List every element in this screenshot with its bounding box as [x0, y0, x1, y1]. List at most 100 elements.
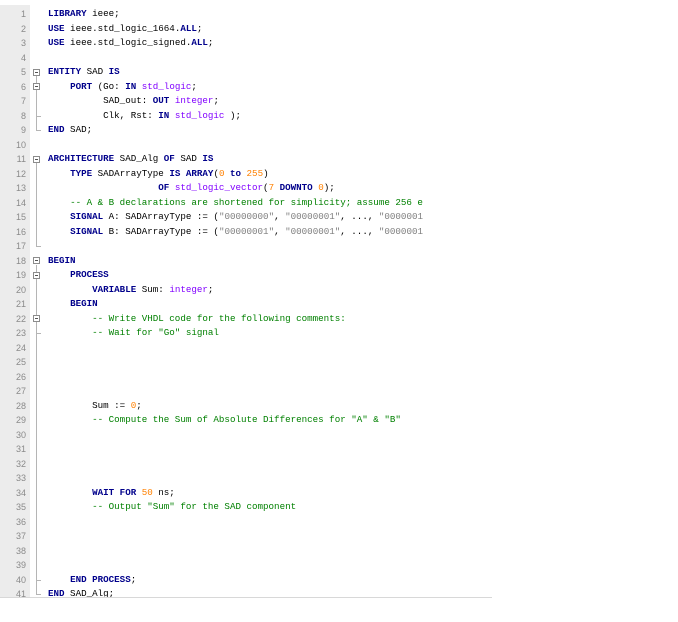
code-text: -- Wait for "Go" signal: [48, 326, 219, 341]
line-number: 39: [15, 560, 26, 570]
keyword-token: ALL: [191, 37, 208, 48]
line-number: 7: [20, 96, 26, 106]
keyword-token: IN: [158, 109, 170, 121]
line-number: 29: [15, 415, 26, 425]
string-token: "0000001: [378, 211, 423, 222]
line-number: 6: [20, 81, 26, 92]
code-token: ;: [207, 283, 214, 295]
line-number: 2: [20, 23, 26, 34]
code-line: 7 SAD_out: OUT integer;: [0, 94, 492, 109]
code-text: SIGNAL A: SADArrayType := ("00000000", "…: [48, 210, 423, 225]
line-number: 34: [15, 487, 26, 498]
keyword-token: IS: [108, 66, 120, 77]
code-token: ;: [136, 399, 142, 411]
line-number: 1: [20, 9, 26, 19]
fold-toggle-icon[interactable]: [33, 83, 40, 90]
keyword-token: IN: [125, 80, 137, 92]
code-line: 22 -- Write VHDL code for the following …: [0, 312, 492, 327]
code-token: ;: [191, 80, 197, 92]
code-line: 2 USE ieee.std_logic_1664.ALL;: [0, 22, 492, 37]
code-token: , ...,: [340, 211, 379, 222]
code-token: SADArrayType: [92, 167, 170, 179]
line-number: 18: [15, 255, 26, 266]
line-number: 24: [15, 342, 26, 353]
code-line: 11 ARCHITECTURE SAD_Alg OF SAD IS: [0, 152, 492, 167]
keyword-token: OUT: [152, 95, 170, 106]
keyword-token: IS: [169, 167, 181, 179]
code-text: TYPE SADArrayType IS ARRAY(0 to 255): [48, 167, 269, 182]
keyword-token: BEGIN: [48, 254, 76, 266]
string-token: "00000001": [218, 225, 275, 237]
code-token: SAD_Alg: [114, 153, 164, 164]
line-number: 19: [15, 270, 26, 280]
code-line: 38: [0, 544, 492, 559]
code-text: END SAD;: [48, 123, 92, 138]
code-token: , ...,: [340, 225, 379, 237]
line-number: 32: [15, 458, 26, 469]
code-line: 28 Sum := 0;: [0, 399, 492, 414]
code-line: 29 -- Compute the Sum of Absolute Differ…: [0, 413, 492, 428]
code-text: LIBRARY ieee;: [48, 7, 120, 22]
line-number: 37: [15, 531, 26, 541]
code-token: ieee;: [86, 8, 120, 19]
fold-toggle-icon[interactable]: [33, 68, 40, 76]
fold-guide-line: [36, 322, 37, 333]
fold-end-mark: [36, 130, 41, 131]
fold-toggle-icon[interactable]: [33, 257, 40, 264]
code-token: SAD: [81, 66, 109, 77]
line-number: 5: [20, 67, 26, 77]
line-number: 22: [15, 313, 26, 324]
line-number: 21: [15, 299, 26, 309]
fold-toggle-icon[interactable]: [33, 155, 40, 163]
code-line: 27: [0, 384, 492, 399]
code-text: END SAD_Alg;: [48, 587, 114, 602]
code-text: BEGIN: [48, 254, 76, 269]
code-line: 31: [0, 442, 492, 457]
code-line: 12 TYPE SADArrayType IS ARRAY(0 to 255): [0, 167, 492, 182]
code-line: 6 PORT (Go: IN std_logic;: [0, 80, 492, 95]
number-token: 255: [246, 167, 264, 179]
code-token: ;: [207, 37, 214, 48]
type-token: integer: [174, 95, 214, 106]
code-token: ,: [274, 225, 286, 237]
code-text: USE ieee.std_logic_signed.ALL;: [48, 36, 213, 51]
code-line: 21 BEGIN: [0, 297, 492, 312]
code-text: PORT (Go: IN std_logic;: [48, 80, 197, 95]
fold-toggle-icon[interactable]: [33, 315, 40, 322]
line-number: 27: [15, 386, 26, 396]
code-token: SAD_out:: [48, 95, 153, 106]
string-token: "0000001: [378, 225, 423, 237]
number-token: 50: [141, 486, 153, 498]
fold-toggle-icon[interactable]: [33, 271, 40, 279]
keyword-token: ALL: [180, 22, 197, 34]
code-text: BEGIN: [48, 297, 98, 312]
code-token: Clk, Rst:: [48, 109, 159, 121]
line-number: 13: [15, 183, 26, 193]
keyword-token: PORT: [70, 80, 93, 92]
line-number: 20: [15, 284, 26, 295]
line-number: 11: [16, 154, 26, 164]
code-text: -- Output "Sum" for the SAD component: [48, 500, 296, 515]
comment-token: -- Compute the Sum of Absolute Differenc…: [92, 414, 401, 425]
code-line: 30: [0, 428, 492, 443]
code-text: OF std_logic_vector(7 DOWNTO 0);: [48, 181, 334, 196]
code-line: 13 OF std_logic_vector(7 DOWNTO 0);: [0, 181, 492, 196]
line-number: 16: [15, 226, 26, 237]
code-line: 37: [0, 529, 492, 544]
code-line: 19 PROCESS: [0, 268, 492, 283]
code-token: ns;: [152, 486, 175, 498]
string-token: "00000001": [285, 211, 341, 222]
code-editor[interactable]: 1 LIBRARY ieee; 2 USE ieee.std_logic_1664.A…: [0, 5, 492, 599]
comment-token: -- Output "Sum" for the SAD component: [92, 501, 297, 512]
code-token: ;: [213, 95, 219, 106]
line-number: 12: [15, 168, 26, 179]
line-number: 10: [15, 139, 26, 150]
code-text: WAIT FOR 50 ns;: [48, 486, 175, 501]
